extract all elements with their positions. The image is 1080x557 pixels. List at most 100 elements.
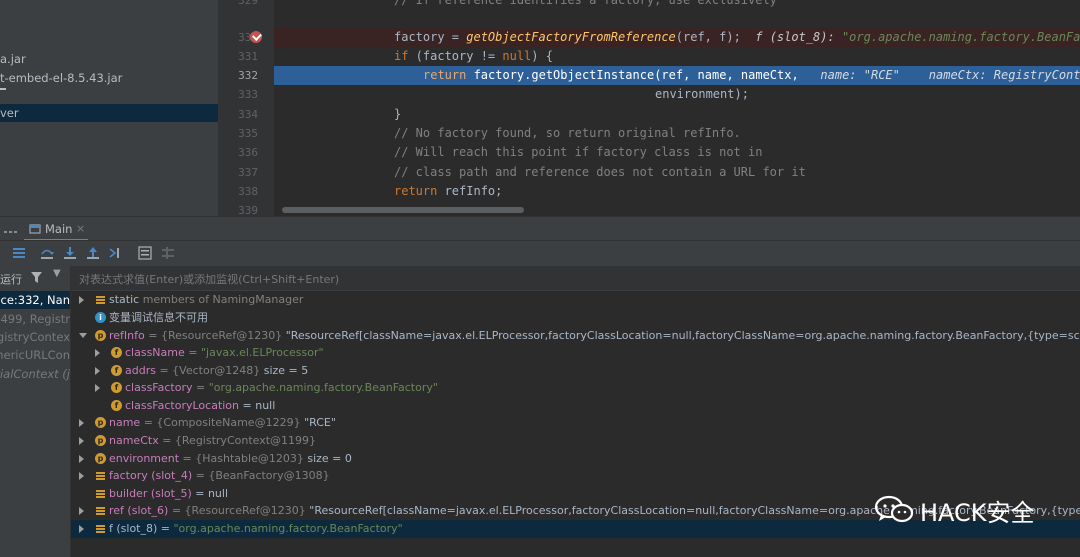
- expand-arrow-icon[interactable]: [79, 472, 84, 480]
- expand-arrow-icon[interactable]: [79, 419, 84, 427]
- project-item-label: t-embed-el-8.5.43.jar: [0, 71, 123, 85]
- variable-row[interactable]: f classFactoryLocation = null: [71, 397, 1080, 415]
- expand-arrow-icon[interactable]: [95, 349, 100, 357]
- variable-name: static: [109, 293, 140, 306]
- variable-row[interactable]: i 变量调试信息不可用: [71, 309, 1080, 327]
- code-text: (factory !=: [408, 49, 503, 63]
- project-item[interactable]: t-embed-el-8.5.43.jar: [0, 69, 218, 87]
- evaluate-expression-icon[interactable]: [138, 246, 152, 260]
- local-variable-icon: [95, 488, 106, 499]
- variable-row[interactable]: p refInfo = {ResourceRef@1230} "Resource…: [71, 327, 1080, 345]
- code-text: ) {: [531, 49, 553, 63]
- variable-row[interactable]: static members of NamingManager: [71, 291, 1080, 309]
- expand-arrow-icon[interactable]: [79, 507, 84, 515]
- variable-name: nameCtx: [109, 434, 159, 447]
- expand-arrow-icon[interactable]: [79, 437, 84, 445]
- expand-arrow-icon[interactable]: [79, 296, 84, 304]
- field-icon: f: [111, 382, 122, 393]
- expand-arrow-icon[interactable]: [79, 455, 84, 463]
- project-item-selected[interactable]: ver: [0, 104, 218, 122]
- variable-row[interactable]: f className = "javax.el.ELProcessor": [71, 344, 1080, 362]
- trace-stream-icon[interactable]: [161, 246, 175, 260]
- frame-label: t:499, Registr: [0, 312, 70, 326]
- evaluate-placeholder: 对表达式求值(Enter)或添加监视(Ctrl+Shift+Enter): [79, 273, 340, 286]
- chevron-down-icon[interactable]: ▼: [53, 268, 61, 279]
- code-editor[interactable]: 329 330 331 332 333 334 335 336 337 338 …: [218, 0, 1080, 216]
- variable-row[interactable]: f classFactory = "org.apache.naming.fact…: [71, 379, 1080, 397]
- line-number: 332: [238, 69, 258, 82]
- parameter-icon: p: [95, 330, 106, 341]
- variable-type: = {ResourceRef@1230}: [168, 504, 310, 517]
- frame-item[interactable]: RegistryContex: [0, 328, 70, 346]
- code-line-333: environment);: [655, 87, 749, 101]
- local-variable-icon: [95, 523, 106, 534]
- show-execution-point-icon[interactable]: [12, 246, 26, 260]
- step-into-icon[interactable]: [63, 246, 77, 260]
- code-text: factory =: [394, 30, 467, 44]
- line-number: 338: [238, 185, 258, 198]
- frame-item[interactable]: enericURLCon: [0, 346, 70, 364]
- wechat-logo-icon: [874, 495, 914, 523]
- variable-name: environment: [109, 452, 180, 465]
- editor-gutter[interactable]: 329 330 331 332 333 334 335 336 337 338 …: [218, 0, 274, 216]
- variable-type: =: [184, 346, 201, 359]
- project-item[interactable]: a.jar: [0, 50, 218, 68]
- variable-value: size = 5: [263, 364, 309, 377]
- variable-row[interactable]: factory (slot_4) = {BeanFactory@1308}: [71, 467, 1080, 485]
- frame-item[interactable]: t:499, Registr: [0, 310, 70, 328]
- tree-line: [0, 88, 6, 90]
- variable-value: = null: [239, 399, 276, 412]
- keyword: return: [423, 68, 467, 82]
- variable-type: = {BeanFactory@1308}: [192, 469, 330, 482]
- variable-type: =: [157, 522, 174, 535]
- keyword: null: [502, 49, 532, 63]
- horizontal-scrollbar[interactable]: [282, 207, 524, 213]
- variable-row[interactable]: p name = {CompositeName@1229} "RCE": [71, 414, 1080, 432]
- step-out-icon[interactable]: [86, 246, 100, 260]
- code-line-332: return factory.getObjectInstance(ref, na…: [423, 66, 1080, 85]
- frame-item[interactable]: nitialContext (j: [0, 365, 70, 383]
- frames-panel: 运行 ▼ ance:332, Nan t:499, Registr Regist…: [0, 266, 71, 557]
- code-line-330: factory = getObjectFactoryFromReference(…: [394, 28, 1080, 47]
- variable-row[interactable]: f addrs = {Vector@1248} size = 5: [71, 362, 1080, 380]
- watermark: HACK安全: [874, 492, 1054, 527]
- variable-value: "org.apache.naming.factory.BeanFactory": [208, 381, 438, 394]
- keyword: if: [394, 49, 409, 63]
- evaluate-expression-input[interactable]: 对表达式求值(Enter)或添加监视(Ctrl+Shift+Enter): [71, 266, 1080, 291]
- variable-type: =: [192, 381, 209, 394]
- hint-label: f (slot_8):: [755, 30, 842, 44]
- keyword: return: [394, 184, 438, 198]
- debug-toolbar: [0, 240, 1080, 267]
- code-comment: // If reference identifies a factory, us…: [394, 0, 777, 7]
- line-number: 334: [238, 108, 258, 121]
- code-line-334: }: [394, 107, 402, 121]
- expand-arrow-icon[interactable]: [95, 384, 100, 392]
- variable-type: = {CompositeName@1229}: [140, 416, 305, 429]
- variable-name: className: [125, 346, 185, 359]
- collapse-arrow-icon[interactable]: [79, 333, 87, 338]
- watermark-text: HACK安全: [920, 499, 1035, 527]
- method-call: getObjectFactoryFromReference: [466, 30, 676, 44]
- run-to-cursor-icon[interactable]: [109, 246, 123, 260]
- parameter-icon: p: [95, 453, 106, 464]
- variable-type: = {Vector@1248}: [155, 364, 264, 377]
- breakpoint-icon[interactable]: [250, 31, 262, 43]
- expand-arrow-icon[interactable]: [79, 525, 84, 533]
- tab-close-icon[interactable]: ×: [76, 222, 85, 235]
- variable-type: = {Hashtable@1203}: [179, 452, 308, 465]
- variable-value: = null: [191, 487, 229, 500]
- frame-item-selected[interactable]: ance:332, Nan: [0, 291, 70, 309]
- project-tree-panel: a.jar t-embed-el-8.5.43.jar ver: [0, 0, 218, 216]
- expand-arrow-icon[interactable]: [95, 367, 100, 375]
- tab-dots-icon: [4, 231, 17, 233]
- variable-row[interactable]: p nameCtx = {RegistryContext@1199}: [71, 432, 1080, 450]
- step-over-icon[interactable]: [40, 246, 54, 260]
- code-text: (ref, f);: [675, 30, 741, 44]
- filter-icon[interactable]: [31, 272, 42, 283]
- tab-main[interactable]: Main ×: [24, 217, 88, 241]
- variable-row[interactable]: p environment = {Hashtable@1203} size = …: [71, 450, 1080, 468]
- debug-tab-bar: Main ×: [0, 216, 1080, 241]
- frames-header: 运行 ▼: [0, 266, 70, 290]
- field-icon: f: [111, 400, 122, 411]
- local-variable-icon: [95, 505, 106, 516]
